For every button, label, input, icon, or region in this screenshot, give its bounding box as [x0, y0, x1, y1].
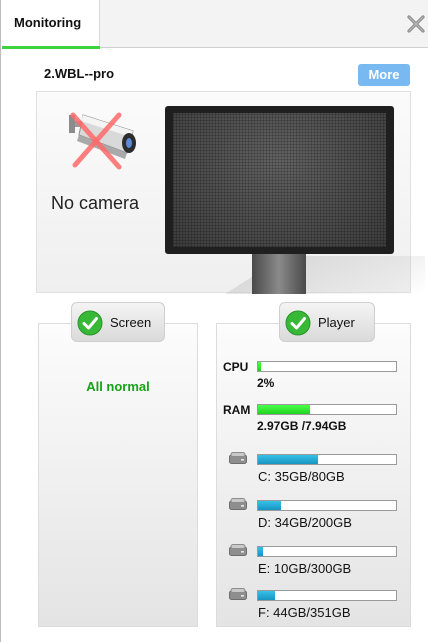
player-panel-tab: Player [279, 302, 375, 342]
no-camera-icon [67, 109, 147, 173]
ram-bar-fill [258, 405, 310, 414]
player-panel-title: Player [318, 315, 355, 330]
monitoring-window: Monitoring 2.WBL--pro More No camera Scr… [0, 0, 428, 642]
device-name: 2.WBL--pro [44, 66, 115, 81]
cpu-bar-fill [258, 362, 261, 371]
disk-e-bar-fill [258, 547, 263, 556]
cpu-label: CPU [223, 360, 249, 374]
screen-status-panel: Screen All normal [38, 302, 198, 627]
tab-active-indicator [2, 46, 100, 49]
disk-f-text: F: 44GB/351GB [258, 605, 351, 620]
ram-bar [257, 404, 397, 415]
tab-bar: Monitoring [2, 0, 428, 49]
check-icon [285, 310, 311, 336]
disk-d-bar [257, 500, 397, 511]
ram-value: 2.97GB /7.94GB [257, 419, 347, 433]
screen-status-text: All normal [86, 379, 150, 394]
hard-drive-icon [229, 588, 247, 600]
disk-e-text: E: 10GB/300GB [258, 561, 352, 576]
disk-c-bar [257, 454, 397, 465]
hard-drive-icon [229, 498, 247, 510]
monitor-icon [165, 106, 425, 294]
monitor-stand [252, 254, 306, 294]
check-icon [77, 310, 103, 336]
hard-drive-icon [229, 544, 247, 556]
disk-c-text: C: 35GB/80GB [258, 469, 345, 484]
player-status-panel: Player CPU 2% RAM 2.97GB /7.94GB C: 35GB… [216, 302, 411, 627]
disk-f-bar [257, 590, 397, 601]
hard-drive-icon [229, 452, 247, 464]
tab-monitoring[interactable]: Monitoring [2, 0, 100, 49]
disk-d-text: D: 34GB/200GB [258, 515, 352, 530]
screen-panel-title: Screen [110, 315, 152, 330]
more-button[interactable]: More [358, 64, 410, 86]
preview-panel: No camera [36, 91, 425, 294]
tab-monitoring-label: Monitoring [14, 15, 82, 30]
screen-panel-tab: Screen [71, 302, 165, 342]
monitor-bezel [165, 106, 394, 254]
camera-status: No camera [51, 193, 140, 213]
ram-label: RAM [223, 403, 251, 417]
close-icon[interactable] [405, 13, 427, 35]
cpu-bar [257, 361, 397, 372]
disk-c-bar-fill [258, 455, 319, 464]
disk-f-bar-fill [258, 591, 276, 600]
disk-d-bar-fill [258, 501, 282, 510]
disk-e-bar [257, 546, 397, 557]
cpu-value: 2% [257, 376, 275, 390]
monitor-screen [173, 113, 386, 247]
